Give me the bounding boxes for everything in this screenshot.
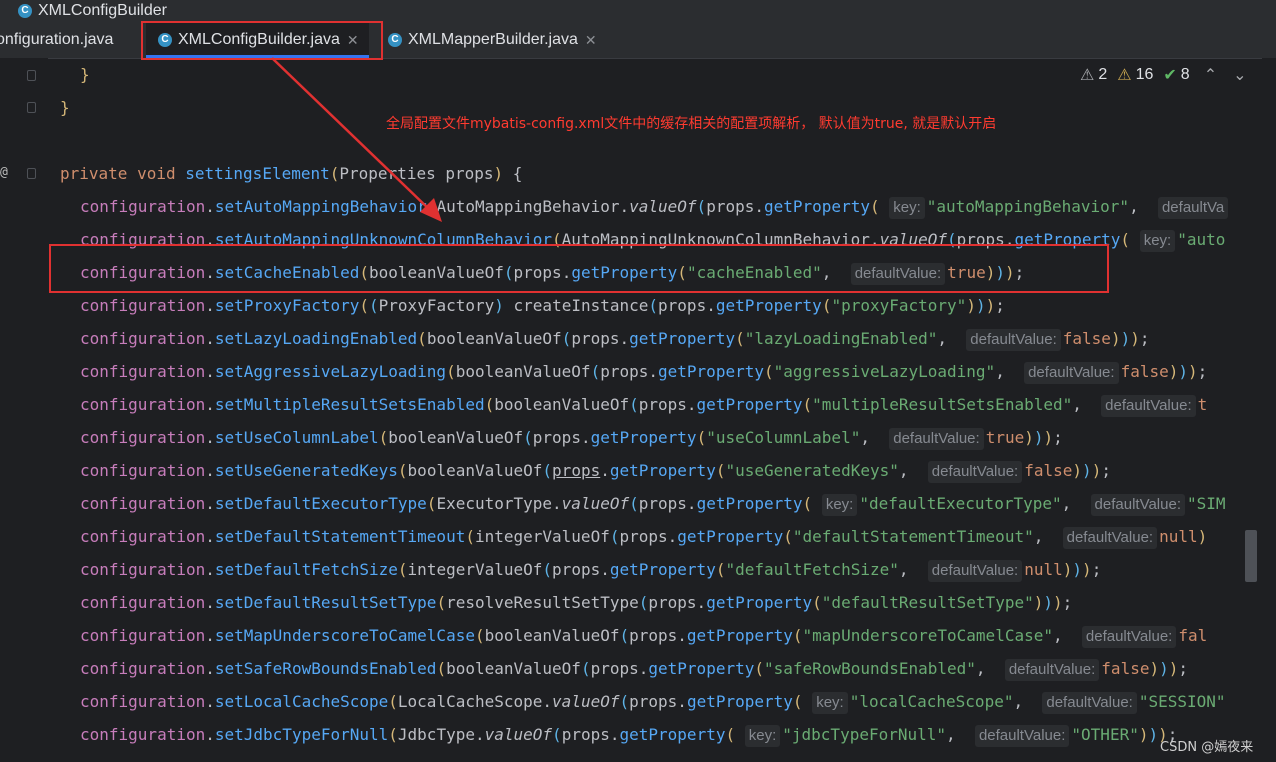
scrollbar-thumb[interactable] [1245,530,1257,582]
annotation-text: 全局配置文件mybatis-config.xml文件中的缓存相关的配置项解析， … [386,116,997,132]
error-stripe[interactable] [1262,58,1276,762]
watermark: CSDN @嫣夜来 [1160,740,1254,755]
